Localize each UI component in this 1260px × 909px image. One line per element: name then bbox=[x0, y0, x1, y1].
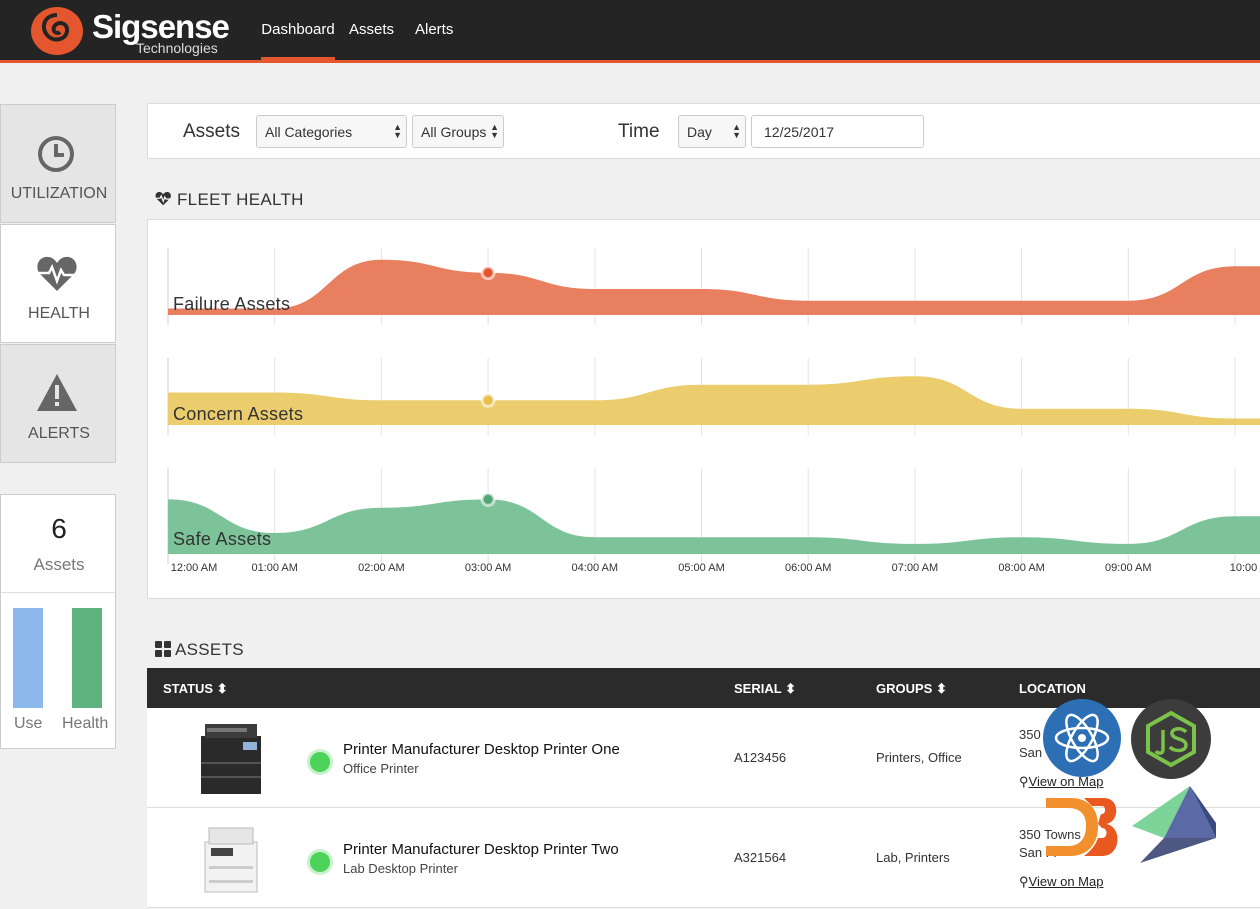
use-bar bbox=[13, 608, 43, 708]
warning-icon bbox=[37, 374, 77, 411]
use-bar-label: Use bbox=[14, 715, 43, 732]
map-marker-icon: ⚲ bbox=[1019, 874, 1029, 889]
groups-column-header[interactable]: GROUPS ⬍ bbox=[876, 681, 947, 697]
clock-icon bbox=[38, 136, 74, 172]
asset-title[interactable]: Printer Manufacturer Desktop Printer Two bbox=[343, 841, 619, 858]
assets-filter-label: Assets bbox=[183, 121, 241, 142]
grid-icon bbox=[155, 641, 171, 657]
x-tick-label: 08:00 AM bbox=[998, 562, 1045, 574]
category-select-value: All Categories bbox=[265, 124, 353, 140]
x-tick-label: 10:00 AM bbox=[1229, 562, 1260, 574]
asset-location-line2: San bbox=[1019, 745, 1043, 760]
sort-icon: ⬍ bbox=[785, 681, 796, 696]
asset-serial: A123456 bbox=[734, 750, 787, 765]
health-bar bbox=[72, 608, 102, 708]
select-arrows-icon: ▲ ▼ bbox=[393, 122, 402, 140]
status-column-header[interactable]: STATUS ⬍ bbox=[163, 681, 228, 697]
x-tick-label: 03:00 AM bbox=[464, 562, 512, 574]
sidebar-item-label: HEALTH bbox=[28, 305, 90, 322]
status-indicator bbox=[310, 752, 330, 772]
assets-count-label: Assets bbox=[33, 555, 85, 574]
health-bar-fill bbox=[72, 608, 102, 708]
period-select[interactable]: Day ▲ ▼ bbox=[678, 115, 746, 148]
fleet-health-heading: FLEET HEALTH bbox=[155, 190, 304, 210]
nav-alerts[interactable]: Alerts bbox=[415, 21, 453, 38]
select-arrows-icon: ▲ ▼ bbox=[490, 122, 499, 140]
x-tick-label: 07:00 AM bbox=[891, 562, 939, 574]
sort-icon: ⬍ bbox=[216, 681, 228, 696]
select-arrows-icon: ▲ ▼ bbox=[732, 122, 741, 140]
map-marker-icon: ⚲ bbox=[1019, 774, 1029, 789]
sidebar-item-label: ALERTS bbox=[28, 425, 90, 442]
react-logo-icon bbox=[1043, 699, 1121, 777]
top-navbar: Sigsense Technologies Dashboard Assets A… bbox=[0, 0, 1260, 63]
group-select[interactable]: All Groups ▲ ▼ bbox=[412, 115, 504, 148]
date-input-value: 12/25/2017 bbox=[764, 124, 835, 140]
assets-count: 6 bbox=[51, 513, 67, 544]
date-input[interactable]: 12/25/2017 bbox=[751, 115, 924, 148]
x-tick-label: 05:00 AM bbox=[678, 562, 725, 574]
asset-groups: Lab, Printers bbox=[876, 850, 950, 865]
heart-pulse-icon bbox=[155, 191, 171, 206]
asset-title[interactable]: Printer Manufacturer Desktop Printer One bbox=[343, 741, 620, 758]
sigsense-swirl-icon bbox=[31, 7, 83, 55]
assets-heading: ASSETS bbox=[155, 640, 244, 660]
concern-series-label: Concern Assets bbox=[173, 404, 304, 424]
nav-assets[interactable]: Assets bbox=[349, 21, 394, 38]
divider bbox=[1, 592, 117, 593]
x-tick-label: 01:00 AM bbox=[251, 562, 298, 574]
asset-subtitle: Office Printer bbox=[343, 761, 419, 776]
status-indicator bbox=[310, 852, 330, 872]
time-filter-label: Time bbox=[618, 121, 660, 142]
printer-image bbox=[201, 724, 261, 794]
health-bar-label: Health bbox=[62, 715, 109, 732]
d3-logo-icon bbox=[1046, 798, 1118, 856]
safe-series-label: Safe Assets bbox=[173, 529, 272, 549]
brand-subtitle: Technologies bbox=[136, 40, 218, 56]
sidebar-item-label: UTILIZATION bbox=[10, 185, 108, 202]
x-tick-label: 04:00 AM bbox=[571, 562, 619, 574]
printer-image bbox=[204, 827, 258, 893]
nodejs-logo-icon bbox=[1131, 699, 1211, 779]
assets-title: ASSETS bbox=[175, 640, 244, 659]
location-column-header: LOCATION bbox=[1019, 681, 1086, 696]
asset-serial: A321564 bbox=[734, 850, 787, 865]
asset-subtitle: Lab Desktop Printer bbox=[343, 861, 458, 876]
x-tick-label: 02:00 AM bbox=[358, 562, 405, 574]
sidebar-item-utilization[interactable]: UTILIZATION bbox=[0, 104, 116, 223]
sidebar-item-health[interactable]: HEALTH bbox=[0, 224, 116, 343]
filter-bar: Assets All Categories ▲ ▼ All Groups ▲ ▼ T… bbox=[147, 103, 1260, 159]
brand-logo[interactable]: Sigsense Technologies bbox=[30, 6, 230, 56]
group-select-value: All Groups bbox=[421, 124, 487, 140]
period-select-value: Day bbox=[687, 124, 712, 140]
failure-series-label: Failure Assets bbox=[173, 294, 291, 314]
category-select[interactable]: All Categories ▲ ▼ bbox=[256, 115, 407, 148]
tech-logo-overlay bbox=[1043, 699, 1216, 863]
asset-location-line1: 350 bbox=[1019, 727, 1041, 742]
x-tick-label: 09:00 AM bbox=[1105, 562, 1152, 574]
fleet-health-chart-card bbox=[147, 219, 1260, 599]
heart-pulse-icon bbox=[37, 256, 77, 291]
serial-column-header[interactable]: SERIAL ⬍ bbox=[734, 681, 796, 697]
use-bar-fill bbox=[13, 608, 43, 708]
sidebar-item-alerts[interactable]: ALERTS bbox=[0, 344, 116, 463]
asset-groups: Printers, Office bbox=[876, 750, 962, 765]
x-tick-label: 06:00 AM bbox=[784, 562, 832, 574]
fleet-health-title: FLEET HEALTH bbox=[177, 190, 304, 209]
sort-icon: ⬍ bbox=[935, 681, 947, 696]
assets-summary-card: 6 Assets Use Health bbox=[0, 494, 117, 749]
x-tick-label: 12:00 AM bbox=[170, 562, 218, 574]
prism-logo-icon bbox=[1132, 786, 1216, 863]
nav-dashboard[interactable]: Dashboard bbox=[261, 21, 335, 61]
